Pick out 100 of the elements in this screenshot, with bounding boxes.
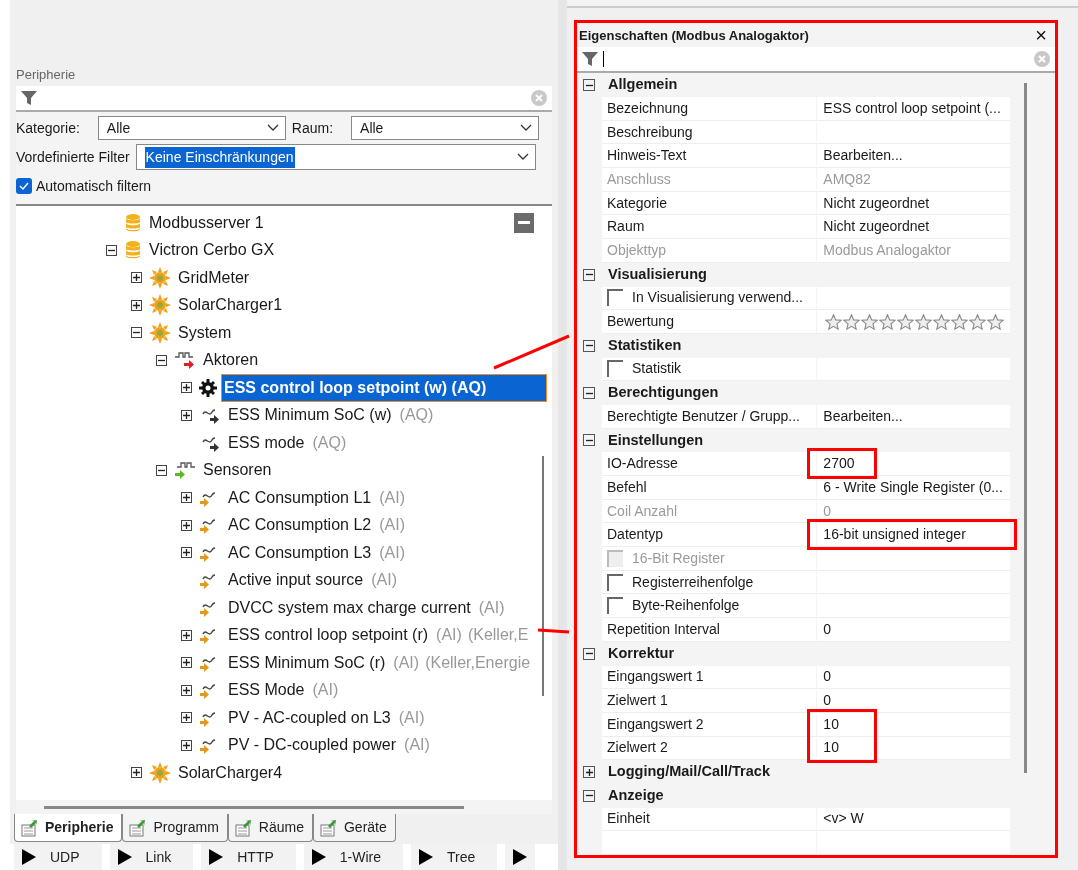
item-type: (AI) <box>393 652 420 673</box>
expand-toggle[interactable] <box>181 684 192 696</box>
tree-item[interactable]: SolarCharger4 <box>176 760 285 785</box>
checkbox[interactable] <box>607 573 623 591</box>
tree-item[interactable]: Victron Cerbo GX <box>147 238 277 263</box>
property-value: 0 <box>823 619 832 639</box>
expand-toggle[interactable] <box>181 712 192 724</box>
tab[interactable]: Geräte <box>313 814 396 842</box>
output-group-icon <box>174 350 196 371</box>
expand-toggle[interactable] <box>583 79 595 92</box>
tree-item[interactable]: AC Consumption L2 <box>226 513 374 538</box>
filter-field[interactable] <box>16 86 552 112</box>
play-icon <box>419 849 434 865</box>
expand-toggle[interactable] <box>181 382 192 394</box>
tree-item[interactable]: SolarCharger1 <box>176 293 285 318</box>
tree-item[interactable]: AC Consumption L3 <box>226 540 374 565</box>
expand-toggle[interactable] <box>583 766 595 779</box>
input-group-icon <box>174 460 196 481</box>
scrollbar-thumb[interactable] <box>1023 83 1027 774</box>
rating-stars[interactable] <box>825 313 1005 330</box>
collapse-all-button[interactable] <box>514 213 534 233</box>
auto-filter-checkbox[interactable] <box>16 178 32 194</box>
tree-item[interactable]: Sensoren <box>201 458 274 483</box>
property-value: 10 <box>823 738 839 758</box>
run-button[interactable]: UDP <box>14 844 102 870</box>
expand-toggle[interactable] <box>181 519 192 531</box>
tree-item[interactable]: ESS Mode <box>226 678 307 703</box>
search-field[interactable] <box>577 47 1055 74</box>
room-dropdown[interactable]: Alle <box>351 116 540 140</box>
property-value: AMQ82 <box>823 169 871 189</box>
tree-item[interactable]: Active input source <box>226 568 366 593</box>
tree-item[interactable]: PV - AC-coupled on L3 <box>226 705 393 730</box>
tab[interactable]: Räume <box>227 814 313 842</box>
expand-toggle[interactable] <box>583 268 595 281</box>
checkbox[interactable] <box>607 597 623 615</box>
run-button[interactable]: HTTP <box>201 844 296 870</box>
tree-item[interactable]: ESS control loop setpoint (w) (AQ) <box>222 374 547 401</box>
expand-toggle[interactable] <box>131 272 142 284</box>
tree-item[interactable]: AC Consumption L1 <box>226 485 374 510</box>
annotation-line <box>537 628 570 634</box>
tree-item[interactable]: GridMeter <box>176 265 252 290</box>
run-button[interactable]: Tree <box>411 844 498 870</box>
expand-toggle[interactable] <box>583 789 595 802</box>
category-dropdown[interactable]: Alle <box>97 116 286 140</box>
property-value: 16-bit unsigned integer <box>823 525 966 545</box>
tree-item[interactable]: System <box>176 320 234 345</box>
category-heading: Visualisierung <box>608 264 707 284</box>
expand-toggle[interactable] <box>583 339 595 352</box>
tree-item[interactable]: ESS Minimum SoC (r) <box>226 650 388 675</box>
run-button[interactable]: Link <box>109 844 194 870</box>
expand-toggle[interactable] <box>181 492 192 504</box>
category-heading: Statistiken <box>608 335 682 355</box>
expand-toggle[interactable] <box>156 354 167 366</box>
property-label: Anschluss <box>607 169 671 189</box>
scrollbar-thumb[interactable] <box>542 456 544 696</box>
tree-item[interactable]: DVCC system max charge current <box>226 595 473 620</box>
plus-icon <box>182 520 191 530</box>
preset-filter-dropdown[interactable]: Keine Einschränkungen <box>135 144 536 170</box>
tree-item[interactable]: Aktoren <box>201 348 261 373</box>
expand-toggle[interactable] <box>156 464 167 476</box>
chevron-down-icon <box>516 153 529 161</box>
category-heading: Einstellungen <box>608 430 704 450</box>
expand-toggle[interactable] <box>583 434 595 447</box>
checkbox[interactable] <box>607 360 623 378</box>
tree-item[interactable]: PV - DC-coupled power <box>226 733 399 758</box>
item-tags: (Keller,E <box>467 623 529 648</box>
checkbox[interactable] <box>607 289 623 307</box>
expand-toggle[interactable] <box>181 629 192 641</box>
expand-toggle[interactable] <box>583 647 595 660</box>
run-button[interactable]: 1-Wire <box>303 844 404 870</box>
tree-item[interactable]: ESS control loop setpoint (r) <box>226 623 431 648</box>
play-icon <box>513 849 528 865</box>
expand-toggle[interactable] <box>181 739 192 751</box>
item-type: (AI) <box>404 735 430 756</box>
item-type: (AI) <box>478 597 505 618</box>
expand-toggle[interactable] <box>181 547 192 559</box>
property-label: Repetition Interval <box>607 619 720 639</box>
close-button[interactable]: × <box>1033 25 1049 46</box>
tree-item[interactable]: Modbusserver 1 <box>147 210 266 235</box>
tree-item[interactable]: ESS mode <box>226 430 307 455</box>
chevron-down-icon <box>266 124 279 132</box>
tab[interactable]: Programm <box>122 814 228 842</box>
expand-toggle[interactable] <box>131 767 142 779</box>
tree-item[interactable]: ESS Minimum SoC (w) <box>226 403 394 428</box>
expand-toggle[interactable] <box>181 657 192 669</box>
expand-toggle[interactable] <box>131 327 142 339</box>
expand-toggle[interactable] <box>181 409 192 421</box>
expand-toggle[interactable] <box>106 244 117 256</box>
gear-icon <box>149 321 171 344</box>
tab[interactable]: Peripherie <box>14 814 123 842</box>
checkbox-label: 16-Bit Register <box>632 548 725 568</box>
expand-toggle[interactable] <box>131 299 142 311</box>
expand-toggle[interactable] <box>583 387 595 400</box>
play-icon <box>209 849 224 865</box>
item-type: (AI) <box>312 680 339 701</box>
property-label: Datentyp <box>607 525 664 545</box>
item-type: (AI) <box>379 487 405 508</box>
run-button[interactable] <box>505 844 536 870</box>
scrollbar-thumb[interactable] <box>44 805 464 809</box>
gear-icon <box>149 294 171 317</box>
